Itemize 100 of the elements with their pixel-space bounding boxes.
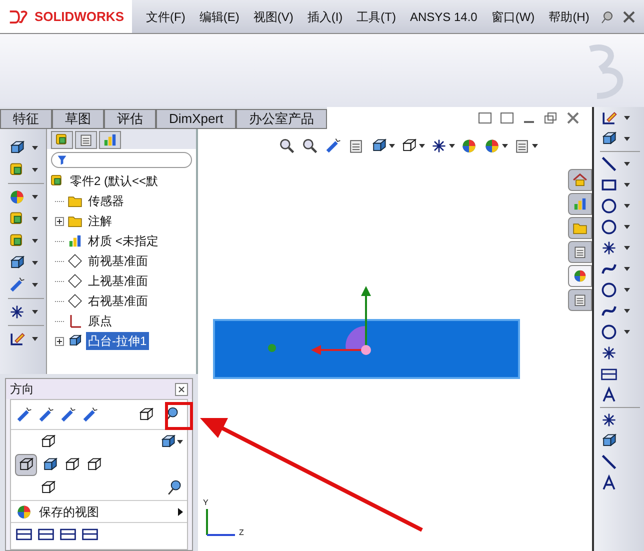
caret-icon — [624, 246, 630, 250]
caret-icon — [624, 204, 630, 208]
sketch-tool-icon — [600, 239, 618, 257]
restore-icon[interactable] — [544, 112, 558, 124]
plane-icon — [67, 253, 83, 269]
caret-icon — [624, 137, 630, 141]
document-icon — [572, 292, 588, 308]
sketch-tool-icon — [600, 453, 618, 471]
caret-icon — [32, 146, 38, 150]
expand-box-icon[interactable] — [55, 336, 64, 346]
tree-item[interactable]: 零件2 (默认<<默 — [68, 172, 160, 190]
view-tool-icon — [430, 137, 448, 155]
view-tool-icon — [15, 406, 33, 424]
command-tab[interactable]: DimXpert — [156, 109, 236, 129]
view-tool-icon — [301, 137, 319, 155]
tree-item[interactable]: 凸台-拉伸1 — [86, 332, 149, 350]
caret-icon — [32, 337, 38, 341]
appearance-ball-icon — [572, 268, 588, 284]
view-tool-icon — [81, 406, 99, 424]
caret-icon — [32, 239, 38, 243]
task-pane-tab[interactable] — [568, 241, 592, 263]
view-tool-icon — [59, 406, 77, 424]
menu-item[interactable]: 文件(F) — [146, 8, 186, 26]
saved-views-label: 保存的视图 — [39, 504, 100, 520]
command-tab[interactable]: 草图 — [52, 109, 104, 129]
tree-item[interactable]: 原点 — [86, 312, 114, 330]
caret-icon — [624, 225, 630, 229]
panel-tab-icon — [78, 132, 94, 148]
tool-icon — [8, 303, 26, 321]
caret-icon — [624, 162, 630, 166]
tool-icon — [8, 276, 26, 294]
menu-item[interactable]: 视图(V) — [253, 8, 294, 26]
sketch-tool-icon — [600, 386, 618, 404]
caret-icon — [449, 144, 455, 148]
menu-item[interactable]: 工具(T) — [356, 8, 396, 26]
close-icon[interactable] — [622, 10, 636, 24]
tree-item[interactable]: 前视基准面 — [86, 252, 150, 270]
expand-box-icon[interactable] — [55, 216, 64, 226]
sketch-tool-icon — [600, 344, 618, 362]
menu-item[interactable]: 帮助(H) — [548, 8, 590, 26]
plane-icon — [67, 273, 83, 289]
pushpin-icon[interactable] — [600, 10, 614, 24]
filter-field[interactable] — [51, 152, 192, 168]
bar-chart-icon — [572, 196, 588, 212]
view-tool-icon — [513, 137, 531, 155]
task-pane-tab[interactable] — [568, 217, 592, 239]
sketch-tool-icon — [600, 155, 618, 173]
panel-tab-icon — [102, 132, 118, 148]
tool-icon — [8, 188, 26, 206]
caret-icon — [32, 168, 38, 172]
caret-icon — [624, 288, 630, 292]
caret-icon — [624, 183, 630, 187]
panel-tab[interactable] — [75, 131, 97, 149]
highlight-frame — [165, 402, 193, 430]
sketch-tool-icon — [600, 197, 618, 215]
sketch-tool-icon — [600, 323, 618, 341]
sketch-tool-icon — [600, 281, 618, 299]
close-icon[interactable] — [175, 382, 188, 396]
command-tab[interactable]: 办公室产品 — [236, 109, 328, 129]
tree-item[interactable]: 右视基准面 — [86, 292, 150, 310]
menu-item[interactable]: ANSYS 14.0 — [410, 8, 478, 26]
menu-item[interactable]: 编辑(E) — [199, 8, 240, 26]
home-icon — [572, 172, 588, 188]
saved-views-row[interactable]: 保存的视图 — [11, 501, 187, 523]
sketch-tool-icon — [600, 109, 618, 127]
caret-icon — [502, 144, 508, 148]
saved-views-icon — [15, 502, 33, 520]
caret-icon — [624, 330, 630, 334]
command-tab[interactable]: 评估 — [104, 109, 156, 129]
caret-icon — [177, 440, 183, 444]
view-tool-icon — [483, 137, 501, 155]
sketch-tool-icon — [600, 411, 618, 429]
logo-icon — [8, 8, 30, 26]
tool-icon — [8, 330, 26, 348]
tree-item[interactable]: 上视基准面 — [86, 272, 150, 290]
tree-item[interactable]: 注解 — [86, 212, 114, 230]
task-pane-tab[interactable] — [568, 193, 592, 215]
split-left-icon[interactable] — [478, 112, 492, 124]
sketch-tool-icon — [600, 218, 618, 236]
split-right-icon[interactable] — [500, 112, 514, 124]
panel-title: 方向 — [10, 381, 34, 398]
submenu-arrow-icon — [178, 508, 183, 516]
view-tool-icon — [324, 137, 342, 155]
axis-triad-icon — [203, 507, 237, 537]
menu-item[interactable]: 插入(I) — [307, 8, 343, 26]
task-pane-tab[interactable] — [568, 289, 592, 311]
panel-tab[interactable] — [99, 131, 121, 149]
logo-text: SOLIDWORKS — [34, 8, 124, 26]
filter-icon — [56, 154, 68, 166]
caret-icon — [32, 310, 38, 314]
tree-item[interactable]: 材质 <未指定 — [86, 232, 160, 250]
task-pane-tab[interactable] — [568, 169, 592, 191]
task-pane-tab[interactable] — [568, 265, 592, 287]
panel-tab[interactable] — [51, 131, 73, 149]
isometric-view-button[interactable] — [15, 454, 37, 476]
close-icon[interactable] — [566, 112, 580, 124]
view-tool-icon — [37, 406, 55, 424]
menu-item[interactable]: 窗口(W) — [491, 8, 535, 26]
command-tab[interactable]: 特征 — [0, 109, 52, 129]
tree-item[interactable]: 传感器 — [86, 192, 126, 210]
